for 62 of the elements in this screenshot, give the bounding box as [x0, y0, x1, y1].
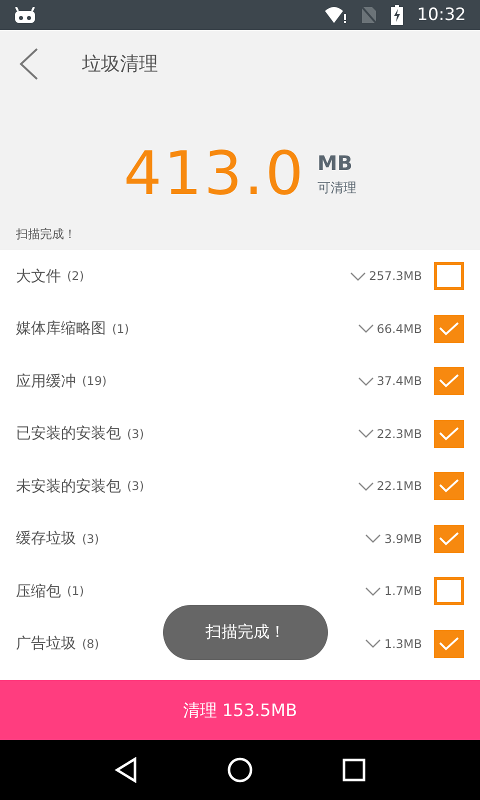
checkbox[interactable]	[434, 314, 464, 343]
cleanable-amount: 413.0	[124, 144, 306, 204]
chevron-down-icon	[365, 534, 382, 544]
toast-message: 扫描完成！	[163, 605, 328, 660]
amount-unit: MB	[317, 151, 354, 175]
checkmark-icon	[439, 479, 459, 494]
category-name: 大文件	[16, 266, 61, 286]
checkmark-icon	[439, 636, 459, 651]
chevron-down-icon	[358, 429, 374, 438]
expand-size-button[interactable]: 37.4MB	[358, 374, 422, 388]
checkbox[interactable]	[434, 262, 464, 290]
category-name: 缓存垃圾	[16, 529, 76, 548]
chevron-down-icon	[365, 639, 382, 648]
category-name: 广告垃圾	[16, 634, 76, 654]
expand-size-button[interactable]: 1.3MB	[365, 636, 422, 651]
category-count: (3)	[127, 426, 144, 441]
category-count: (1)	[112, 322, 129, 336]
category-count: (2)	[67, 269, 84, 284]
back-button[interactable]	[18, 48, 40, 80]
checkmark-icon	[439, 532, 459, 546]
robot-icon	[14, 7, 36, 23]
checkbox[interactable]	[434, 577, 464, 606]
chevron-down-icon	[358, 482, 374, 491]
amount-caption: 可清理	[317, 180, 356, 197]
chevron-down-icon	[358, 324, 374, 334]
category-count: (19)	[82, 374, 107, 388]
battery-icon	[391, 5, 403, 25]
checkbox[interactable]	[434, 472, 464, 500]
chevron-down-icon	[365, 586, 382, 596]
category-name: 未安装的安装包	[16, 476, 121, 496]
chevron-down-icon	[358, 376, 374, 386]
checkmark-icon	[439, 322, 459, 336]
category-name: 媒体库缩略图	[16, 319, 106, 338]
expand-size-button[interactable]: 1.7MB	[365, 584, 422, 598]
expand-size-button[interactable]: 3.9MB	[365, 532, 422, 546]
category-name: 压缩包	[16, 582, 61, 601]
category-count: (1)	[67, 584, 84, 598]
checkbox[interactable]	[434, 367, 464, 396]
category-count: (3)	[82, 532, 99, 546]
category-count: (3)	[127, 479, 144, 494]
category-name: 应用缓冲	[16, 372, 76, 391]
status-time: 10:32	[417, 5, 466, 25]
checkbox[interactable]	[434, 420, 464, 448]
checkbox[interactable]	[434, 524, 464, 553]
back-nav-button[interactable]	[114, 757, 138, 783]
expand-size-button[interactable]: 257.3MB	[350, 269, 422, 284]
expand-size-button[interactable]: 22.3MB	[358, 426, 422, 441]
expand-size-button[interactable]: 22.1MB	[358, 479, 422, 494]
home-nav-button[interactable]	[226, 757, 253, 783]
no-sim-icon	[361, 6, 377, 24]
category-count: (8)	[82, 636, 99, 651]
scan-status: 扫描完成！	[16, 226, 76, 243]
clean-button[interactable]: 清理 153.5MB	[0, 680, 480, 740]
chevron-down-icon	[350, 272, 366, 281]
page-title: 垃圾清理	[82, 52, 158, 77]
wifi-icon	[325, 6, 347, 24]
expand-size-button[interactable]: 66.4MB	[358, 322, 422, 336]
checkmark-icon	[439, 426, 459, 441]
recents-nav-button[interactable]	[342, 758, 366, 782]
checkmark-icon	[439, 374, 459, 388]
category-name: 已安装的安装包	[16, 424, 121, 444]
checkbox[interactable]	[434, 630, 464, 658]
